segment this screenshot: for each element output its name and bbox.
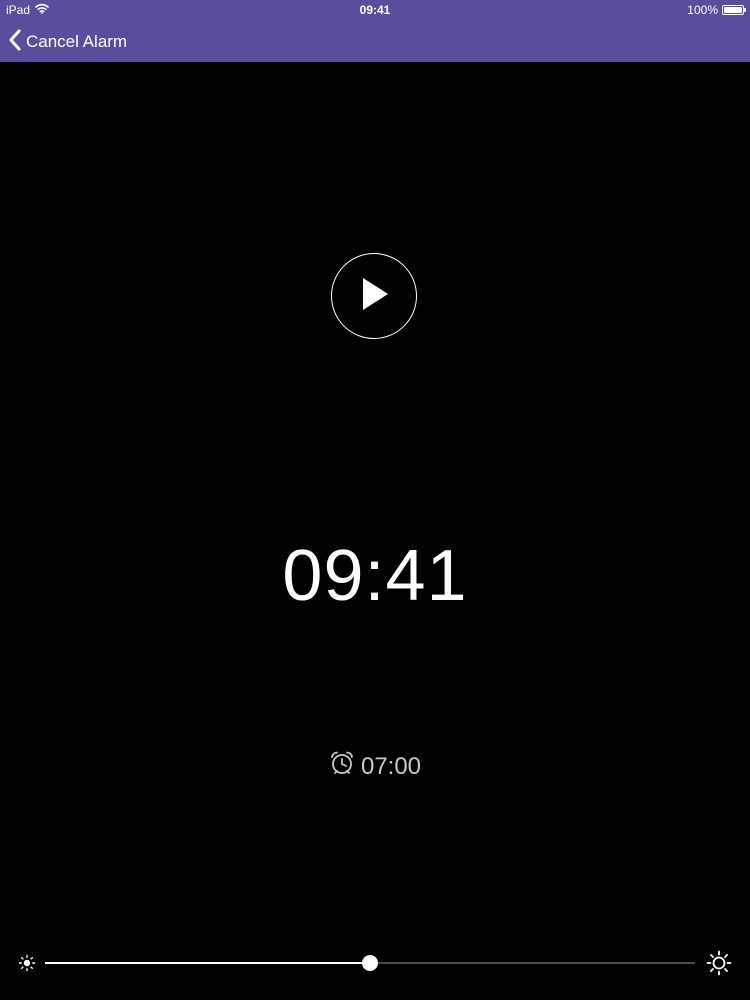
sun-small-icon	[18, 954, 36, 977]
status-bar: iPad 09:41 100%	[0, 0, 750, 20]
alarm-clock-icon	[329, 750, 355, 783]
cancel-alarm-button[interactable]: Cancel Alarm	[8, 28, 127, 56]
battery-fill	[724, 7, 742, 13]
play-button[interactable]	[331, 253, 417, 339]
current-time: 09:41	[282, 536, 468, 616]
alarm-time-row: 07:00	[0, 750, 750, 783]
brightness-slider-fill	[45, 962, 370, 964]
brightness-slider[interactable]	[45, 955, 695, 971]
alarm-screen: iPad 09:41 100% Cancel Alarm 09:41 07:00	[0, 0, 750, 1000]
alarm-time: 07:00	[360, 752, 422, 780]
battery-tip	[744, 8, 746, 12]
battery-icon	[722, 5, 746, 15]
status-right: 100%	[687, 3, 746, 17]
brightness-slider-row	[0, 948, 750, 978]
status-time: 09:41	[359, 3, 391, 17]
brightness-slider-thumb[interactable]	[362, 955, 378, 971]
chevron-left-icon	[8, 29, 22, 56]
play-icon	[357, 275, 391, 318]
navigation-bar: iPad 09:41 100% Cancel Alarm	[0, 0, 750, 62]
cancel-alarm-label: Cancel Alarm	[26, 32, 128, 51]
battery-percent: 100%	[687, 3, 718, 17]
sun-large-icon	[706, 950, 732, 981]
